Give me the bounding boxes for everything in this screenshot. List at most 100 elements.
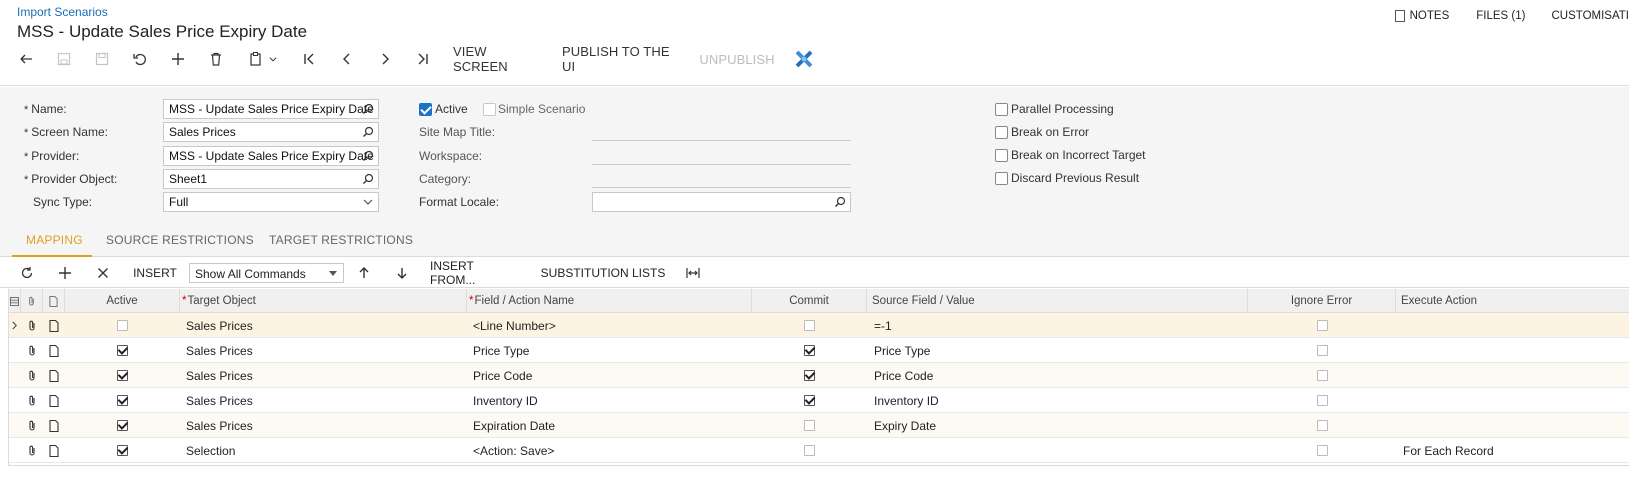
- commit-cell[interactable]: [752, 388, 867, 413]
- source-field-cell[interactable]: Price Code: [874, 363, 1248, 388]
- provider-field[interactable]: MSS - Update Sales Price Expiry Date: [163, 146, 379, 166]
- active-checkbox[interactable]: [117, 445, 128, 456]
- target-object-cell[interactable]: Sales Prices: [186, 363, 467, 388]
- attachment-icon[interactable]: [21, 338, 43, 363]
- note-icon[interactable]: [43, 438, 65, 463]
- target-object-cell[interactable]: Sales Prices: [186, 388, 467, 413]
- undo-icon[interactable]: [131, 46, 149, 72]
- insert-from-button[interactable]: INSERT FROM...: [430, 258, 522, 288]
- ignore-error-checkbox[interactable]: [1316, 395, 1328, 406]
- previous-record-icon[interactable]: [338, 46, 356, 72]
- move-up-icon[interactable]: [355, 258, 373, 288]
- break-on-incorrect-target-checkbox[interactable]: [995, 149, 1008, 162]
- active-cell[interactable]: [65, 413, 180, 438]
- commit-cell[interactable]: [752, 313, 867, 338]
- last-record-icon[interactable]: [414, 46, 432, 72]
- view-screen-button[interactable]: VIEW SCREEN: [453, 44, 541, 74]
- source-field-cell[interactable]: Price Type: [874, 338, 1248, 363]
- execute-action-cell[interactable]: [1403, 388, 1629, 413]
- commit-checkbox[interactable]: [804, 395, 815, 406]
- ignore-error-cell[interactable]: [1248, 313, 1396, 338]
- move-down-icon[interactable]: [393, 258, 411, 288]
- breadcrumb[interactable]: Import Scenarios: [17, 5, 108, 19]
- ignore-error-cell[interactable]: [1248, 438, 1396, 463]
- attachment-icon[interactable]: [21, 438, 43, 463]
- source-field-cell[interactable]: Expiry Date: [874, 413, 1248, 438]
- active-checkbox[interactable]: [117, 420, 128, 431]
- commit-checkbox[interactable]: [804, 445, 815, 456]
- execute-action-cell[interactable]: [1403, 313, 1629, 338]
- commit-cell[interactable]: [752, 363, 867, 388]
- ignore-error-checkbox[interactable]: [1316, 445, 1328, 456]
- copy-paste-icon[interactable]: [245, 46, 281, 72]
- command-filter-select[interactable]: Show All Commands: [189, 263, 344, 283]
- row-selector[interactable]: [8, 313, 21, 338]
- commit-checkbox[interactable]: [804, 320, 815, 331]
- field-action-cell[interactable]: <Line Number>: [473, 313, 752, 338]
- table-row[interactable]: Sales Prices <Line Number> =-1: [8, 313, 1629, 338]
- add-row-icon[interactable]: [56, 258, 74, 288]
- ignore-error-cell[interactable]: [1248, 338, 1396, 363]
- note-icon[interactable]: [43, 413, 65, 438]
- ignore-error-cell[interactable]: [1248, 363, 1396, 388]
- parallel-processing-checkbox[interactable]: [995, 103, 1008, 116]
- ignore-error-checkbox[interactable]: [1316, 320, 1328, 331]
- sync-type-select[interactable]: Full: [163, 192, 379, 212]
- source-field-cell[interactable]: Inventory ID: [874, 388, 1248, 413]
- tab-target-restrictions[interactable]: TARGET RESTRICTIONS: [269, 233, 413, 247]
- column-header-active[interactable]: Active: [65, 289, 180, 313]
- commit-cell[interactable]: [752, 438, 867, 463]
- simple-scenario-checkbox[interactable]: [483, 103, 496, 116]
- search-icon[interactable]: [362, 103, 374, 115]
- notes-button[interactable]: NOTES: [1394, 10, 1449, 22]
- unpublish-button[interactable]: UNPUBLISH: [699, 46, 774, 72]
- category-field[interactable]: [592, 168, 851, 188]
- attachment-icon[interactable]: [21, 388, 43, 413]
- delete-row-icon[interactable]: [94, 258, 112, 288]
- source-field-cell[interactable]: =-1: [874, 313, 1248, 338]
- active-cell[interactable]: [65, 338, 180, 363]
- attachment-icon[interactable]: [21, 413, 43, 438]
- field-action-cell[interactable]: Price Type: [473, 338, 752, 363]
- table-row[interactable]: Sales Prices Price Type Price Type: [8, 338, 1629, 363]
- table-row[interactable]: Selection <Action: Save> For Each Record: [8, 438, 1629, 463]
- note-icon[interactable]: [43, 388, 65, 413]
- active-checkbox[interactable]: [117, 320, 128, 331]
- refresh-icon[interactable]: [18, 258, 36, 288]
- active-checkbox[interactable]: [117, 395, 128, 406]
- name-field[interactable]: MSS - Update Sales Price Expiry Date: [163, 99, 379, 119]
- save-close-icon[interactable]: [55, 46, 73, 72]
- target-object-cell[interactable]: Sales Prices: [186, 338, 467, 363]
- attachment-icon[interactable]: [21, 363, 43, 388]
- next-record-icon[interactable]: [376, 46, 394, 72]
- table-row[interactable]: Sales Prices Inventory ID Inventory ID: [8, 388, 1629, 413]
- note-icon[interactable]: [43, 338, 65, 363]
- tab-mapping[interactable]: MAPPING: [26, 233, 83, 247]
- site-map-title-field[interactable]: [592, 121, 851, 141]
- search-icon[interactable]: [362, 173, 374, 185]
- column-header-source-field[interactable]: Source Field / Value: [867, 289, 1248, 313]
- column-header-target-object[interactable]: * Target Object: [180, 289, 467, 313]
- workspace-field[interactable]: [592, 145, 851, 165]
- commit-checkbox[interactable]: [804, 345, 815, 356]
- row-selector-header-icon[interactable]: [8, 289, 21, 313]
- field-action-cell[interactable]: Price Code: [473, 363, 752, 388]
- provider-object-field[interactable]: Sheet1: [163, 169, 379, 189]
- column-header-ignore-error[interactable]: Ignore Error: [1248, 289, 1396, 313]
- table-row[interactable]: Sales Prices Price Code Price Code: [8, 363, 1629, 388]
- column-header-execute-action[interactable]: Execute Action: [1396, 289, 1629, 313]
- active-cell[interactable]: [65, 388, 180, 413]
- attachment-icon[interactable]: [21, 313, 43, 338]
- format-locale-field[interactable]: [592, 192, 851, 212]
- target-object-cell[interactable]: Sales Prices: [186, 413, 467, 438]
- break-on-error-checkbox[interactable]: [995, 126, 1008, 139]
- insert-button[interactable]: INSERT: [130, 258, 180, 288]
- commit-cell[interactable]: [752, 413, 867, 438]
- ignore-error-cell[interactable]: [1248, 388, 1396, 413]
- execute-action-cell[interactable]: [1403, 338, 1629, 363]
- row-selector[interactable]: [8, 438, 21, 463]
- column-header-commit[interactable]: Commit: [752, 289, 867, 313]
- active-checkbox[interactable]: [117, 370, 128, 381]
- tab-source-restrictions[interactable]: SOURCE RESTRICTIONS: [106, 233, 254, 247]
- commit-cell[interactable]: [752, 338, 867, 363]
